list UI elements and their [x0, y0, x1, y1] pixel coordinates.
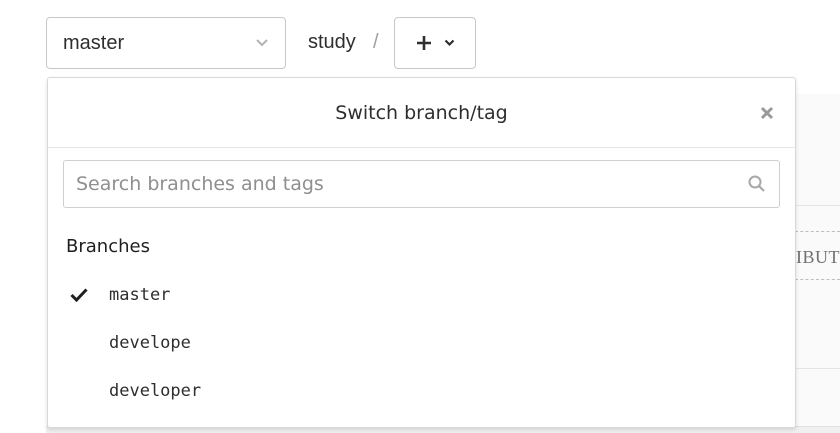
branch-switch-dropdown: Switch branch/tag Branches master develo… — [47, 77, 796, 428]
caret-down-icon — [444, 39, 455, 47]
close-icon[interactable] — [759, 105, 775, 121]
chevron-down-icon — [255, 38, 269, 48]
branch-item-develope[interactable]: develope — [48, 323, 795, 363]
path-crumb[interactable]: study — [308, 31, 356, 54]
background-divider — [795, 368, 840, 369]
background-dashed-line — [795, 279, 840, 280]
branch-item-master[interactable]: master — [48, 275, 795, 315]
search-box — [63, 160, 780, 208]
search-input[interactable] — [76, 173, 747, 195]
check-icon — [48, 288, 109, 302]
branch-name: master — [109, 285, 171, 305]
background-truncated-text: IBUTI — [796, 247, 840, 267]
dropdown-header: Switch branch/tag — [48, 78, 795, 148]
branch-select[interactable]: master — [46, 17, 286, 69]
search-icon — [747, 174, 767, 194]
branch-name: developer — [109, 381, 202, 401]
add-file-button[interactable] — [394, 17, 476, 69]
branch-select-value: master — [63, 31, 125, 54]
path-separator: / — [373, 31, 379, 53]
branches-section-title: Branches — [66, 236, 150, 257]
plus-icon — [416, 35, 432, 51]
background-dashed-line — [795, 231, 840, 232]
branch-item-developer[interactable]: developer — [48, 371, 795, 411]
branch-name: develope — [109, 333, 191, 353]
dropdown-title: Switch branch/tag — [335, 101, 508, 124]
background-divider — [795, 205, 840, 206]
